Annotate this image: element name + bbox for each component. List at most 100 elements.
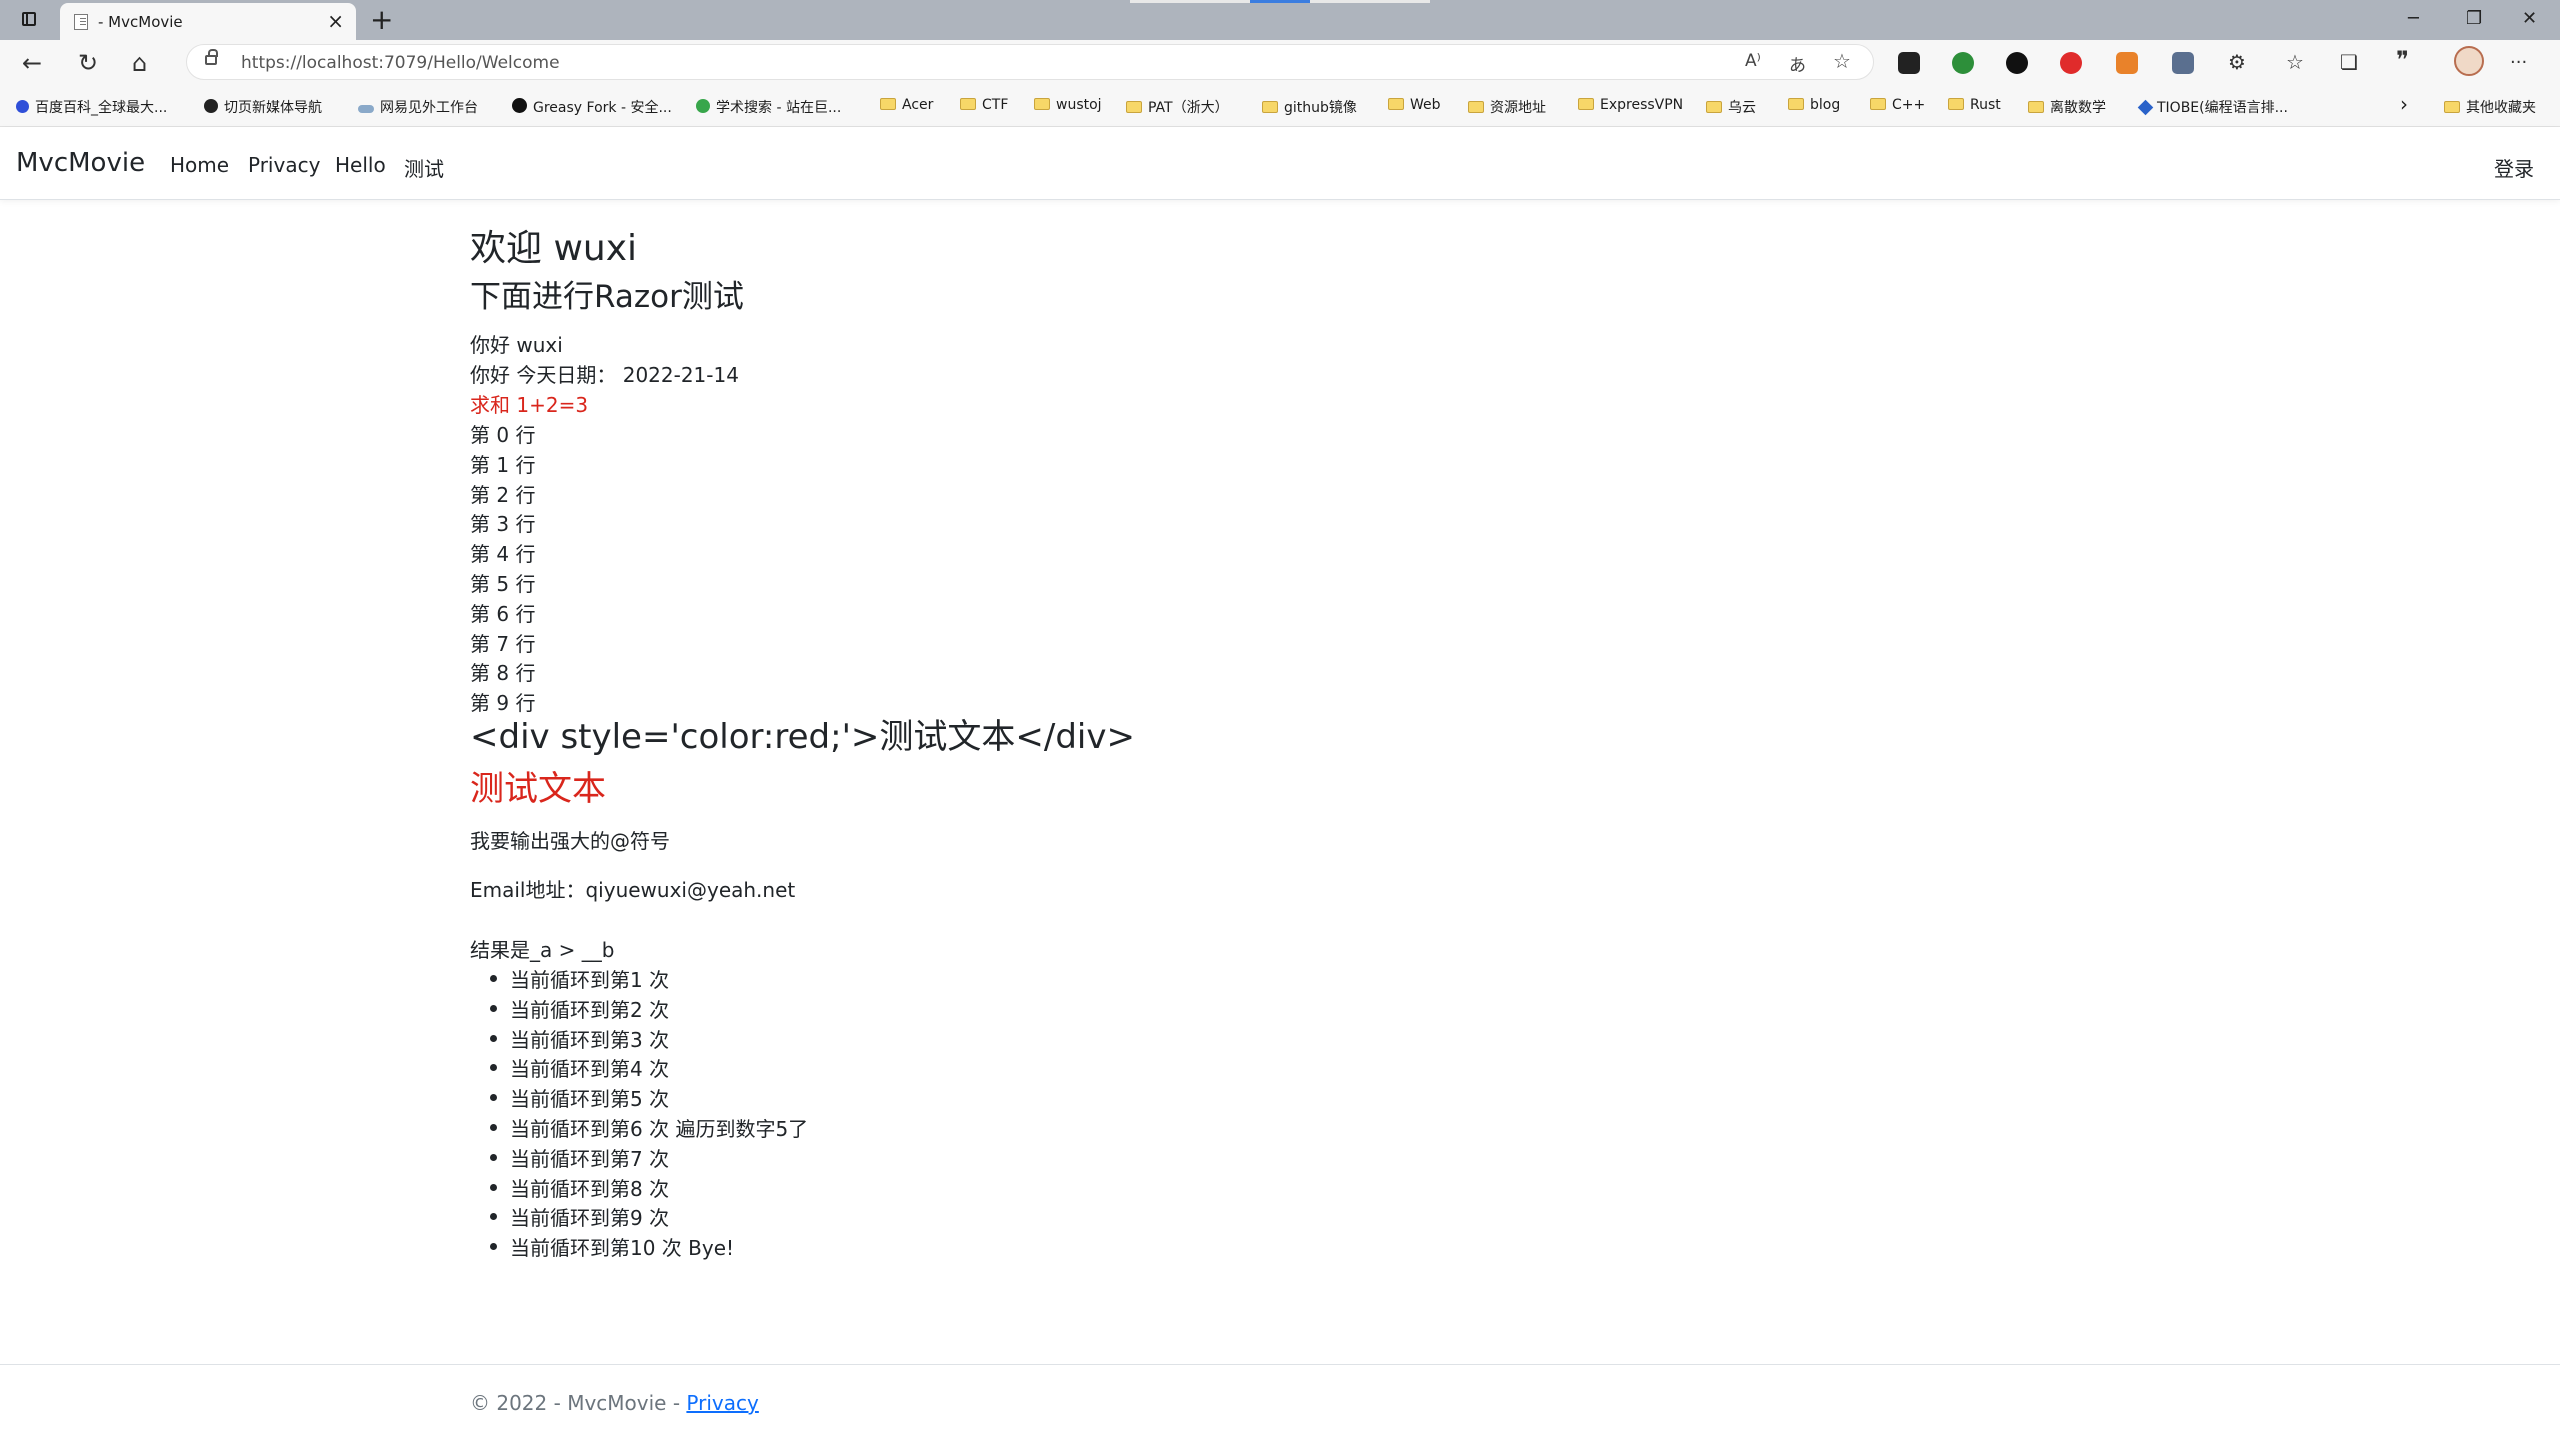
login-link[interactable]: 登录 bbox=[2494, 153, 2534, 182]
other-bookmarks[interactable]: 其他收藏夹 bbox=[2444, 97, 2536, 117]
extension-icon-1[interactable] bbox=[1898, 52, 1920, 74]
nav-hello[interactable]: Hello bbox=[335, 153, 386, 177]
folder-icon bbox=[1262, 101, 1278, 113]
loop-list-item: 当前循环到第1 次 bbox=[510, 968, 670, 992]
bookmark-label: C++ bbox=[1892, 97, 1926, 113]
tab-actions-icon[interactable] bbox=[14, 8, 44, 32]
lock-icon[interactable] bbox=[205, 49, 218, 65]
folder-icon bbox=[1948, 98, 1964, 110]
bookmark-item[interactable]: C++ bbox=[1870, 97, 1925, 113]
favorites-icon[interactable]: ☆ bbox=[2286, 50, 2304, 74]
footer-privacy-link[interactable]: Privacy bbox=[686, 1391, 758, 1415]
bookmark-item[interactable]: wustoj bbox=[1034, 97, 1102, 113]
date-line: 你好 今天日期： 2022-21-14 bbox=[470, 363, 739, 387]
bullet-icon bbox=[490, 975, 497, 982]
home-button[interactable]: ⌂ bbox=[132, 48, 147, 78]
bookmark-item[interactable]: Web bbox=[1388, 97, 1441, 113]
translate-icon[interactable]: あ bbox=[1789, 51, 1806, 76]
profile-avatar[interactable] bbox=[2454, 46, 2484, 76]
bullet-icon bbox=[490, 1034, 497, 1042]
loop-list-item: 当前循环到第8 次 bbox=[510, 1176, 670, 1201]
bookmark-label: 离散数学 bbox=[2050, 100, 2106, 116]
bullet-icon bbox=[490, 1243, 497, 1251]
nav-home[interactable]: Home bbox=[170, 153, 229, 177]
site-brand[interactable]: MvcMovie bbox=[16, 148, 145, 178]
welcome-heading: 欢迎 wuxi bbox=[470, 228, 638, 269]
browser-tab-active[interactable]: - MvcMovie × bbox=[60, 3, 356, 40]
bookmark-item[interactable]: CTF bbox=[960, 97, 1008, 113]
bookmark-item[interactable]: 乌云 bbox=[1706, 97, 1756, 117]
loop-list-item: 当前循环到第10 次 Bye! bbox=[510, 1236, 735, 1261]
quote-icon[interactable]: ❞ bbox=[2396, 46, 2409, 74]
folder-icon bbox=[1706, 101, 1722, 113]
bookmark-label: 乌云 bbox=[1728, 100, 1756, 116]
folder-icon bbox=[960, 98, 976, 110]
metamask-icon[interactable] bbox=[2116, 52, 2138, 74]
row-line: 第 8 行 bbox=[470, 661, 536, 686]
browser-titlebar: - MvcMovie × + ─ ❐ ✕ bbox=[0, 0, 2560, 40]
extension-icon-6[interactable] bbox=[2172, 52, 2194, 74]
site-navbar: MvcMovie Home Privacy Hello 测试 登录 bbox=[0, 127, 2560, 200]
tab-title: - MvcMovie bbox=[98, 13, 183, 31]
bookmark-label: blog bbox=[1810, 97, 1841, 113]
window-close-button[interactable]: ✕ bbox=[2522, 8, 2537, 29]
bookmark-item[interactable]: 资源地址 bbox=[1468, 97, 1546, 117]
bookmark-item[interactable]: blog bbox=[1788, 97, 1840, 113]
extension-icon-4[interactable] bbox=[2060, 52, 2082, 74]
folder-icon bbox=[880, 98, 896, 110]
bookmarks-more-chevron-icon[interactable]: › bbox=[2400, 92, 2408, 116]
reload-button[interactable]: ↻ bbox=[78, 48, 98, 78]
bookmark-item[interactable]: Greasy Fork - 安全... bbox=[512, 97, 672, 117]
footer-text: © 2022 - MvcMovie - Privacy bbox=[470, 1391, 759, 1415]
bookmark-label: Rust bbox=[1970, 97, 2001, 113]
hello-line: 你好 wuxi bbox=[470, 333, 563, 357]
folder-icon bbox=[2444, 101, 2460, 113]
greasyfork-icon bbox=[512, 98, 527, 113]
bookmark-item[interactable]: 网易见外工作台 bbox=[358, 97, 478, 117]
row-line: 第 5 行 bbox=[470, 572, 536, 596]
bookmark-item[interactable]: PAT（浙大） bbox=[1126, 97, 1229, 117]
bullet-icon bbox=[490, 1064, 497, 1072]
bookmarks-bar: 百度百科_全球最大... 切页新媒体导航 网易见外工作台 Greasy Fork - … bbox=[0, 86, 2560, 127]
other-bookmarks-label: 其他收藏夹 bbox=[2466, 100, 2536, 116]
bookmark-item[interactable]: Acer bbox=[880, 97, 933, 113]
address-url[interactable]: https://localhost:7079/Hello/Welcome bbox=[241, 53, 560, 73]
bullet-icon bbox=[490, 1094, 497, 1102]
bookmark-item[interactable]: 切页新媒体导航 bbox=[204, 97, 322, 117]
collections-icon[interactable]: ❏ bbox=[2340, 50, 2358, 74]
tab-close-icon[interactable]: × bbox=[327, 9, 344, 33]
minimize-button[interactable]: ─ bbox=[2408, 8, 2419, 29]
row-line: 第 7 行 bbox=[470, 631, 536, 656]
row-line: 第 3 行 bbox=[470, 512, 536, 537]
bookmark-label: 切页新媒体导航 bbox=[224, 100, 322, 116]
folder-icon bbox=[2028, 101, 2044, 113]
bookmark-item[interactable]: github镜像 bbox=[1262, 97, 1357, 117]
nav-privacy[interactable]: Privacy bbox=[248, 153, 320, 177]
bullet-icon bbox=[490, 1183, 497, 1191]
bookmark-item[interactable]: Rust bbox=[1948, 97, 2001, 113]
bookmark-item[interactable]: ExpressVPN bbox=[1578, 97, 1683, 113]
address-bar[interactable]: https://localhost:7079/Hello/Welcome A⁾ … bbox=[186, 44, 1874, 80]
extensions-puzzle-icon[interactable]: ⚙ bbox=[2228, 50, 2246, 74]
cloud-icon bbox=[358, 105, 374, 113]
new-tab-button[interactable]: + bbox=[370, 3, 393, 37]
more-menu-icon[interactable]: ··· bbox=[2510, 52, 2527, 73]
footer-copyright: © 2022 - MvcMovie - bbox=[470, 1391, 687, 1415]
extension-icon-3[interactable] bbox=[2006, 52, 2028, 74]
restore-button[interactable]: ❐ bbox=[2466, 8, 2482, 29]
bookmark-item[interactable]: 学术搜索 - 站在巨... bbox=[696, 97, 841, 117]
nav-test[interactable]: 测试 bbox=[404, 153, 444, 182]
read-aloud-icon[interactable]: A⁾ bbox=[1745, 51, 1761, 71]
bookmark-item[interactable]: 离散数学 bbox=[2028, 97, 2106, 117]
folder-icon bbox=[1388, 98, 1404, 110]
bookmark-item[interactable]: 百度百科_全球最大... bbox=[16, 97, 167, 117]
loop-list-item: 当前循环到第2 次 bbox=[510, 997, 670, 1022]
extension-icon-2[interactable] bbox=[1952, 52, 1974, 74]
email-line: Email地址：qiyuewuxi@yeah.net bbox=[470, 878, 796, 902]
add-favorite-icon[interactable]: ☆ bbox=[1833, 49, 1851, 73]
back-button[interactable]: ← bbox=[22, 48, 42, 78]
bullet-icon bbox=[490, 1004, 497, 1012]
bullet-icon bbox=[490, 1124, 497, 1131]
bookmark-item[interactable]: TIOBE(编程语言排... bbox=[2137, 97, 2288, 117]
bookmark-label: CTF bbox=[982, 97, 1009, 113]
